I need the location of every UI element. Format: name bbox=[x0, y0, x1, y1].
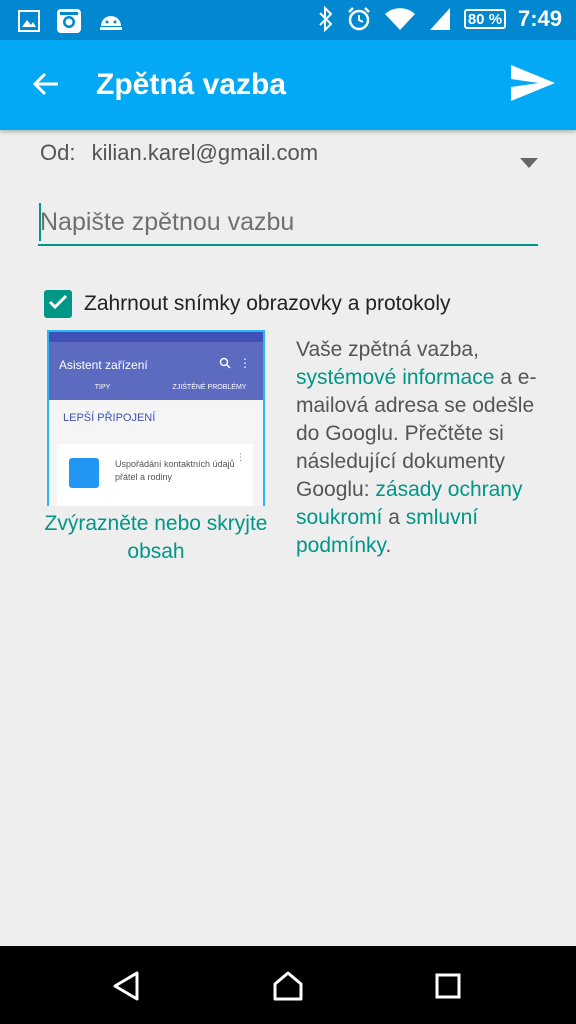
include-screenshot-label: Zahrnout snímky obrazovky a protokoly bbox=[84, 292, 451, 315]
nav-recents-button[interactable] bbox=[428, 968, 468, 1008]
preview-contact-icon bbox=[69, 458, 99, 488]
check-icon bbox=[48, 294, 68, 315]
info-part3: a bbox=[388, 506, 400, 529]
from-label: Od: bbox=[40, 140, 76, 165]
preview-more-icon: ⋮ bbox=[239, 356, 251, 370]
system-info-link[interactable]: systémové informace bbox=[296, 366, 494, 389]
send-button[interactable] bbox=[508, 62, 558, 108]
preview-section-title: LEPŠÍ PŘIPOJENÍ bbox=[63, 412, 156, 424]
back-button[interactable] bbox=[26, 66, 66, 106]
highlight-or-hide-link[interactable]: Zvýrazněte nebo skryjte obsah bbox=[36, 510, 276, 566]
dropdown-arrow-icon bbox=[520, 148, 538, 174]
android-icon bbox=[98, 10, 124, 32]
status-bar: 80 % 7:49 bbox=[0, 0, 576, 40]
page-title: Zpětná vazba bbox=[96, 68, 287, 101]
nav-back-button[interactable] bbox=[106, 968, 146, 1008]
recents-square-icon bbox=[434, 972, 462, 1005]
screenshot-preview[interactable]: Asistent zařízení ⋮ TIPY ZJIŠTĚNÉ PROBLÉ… bbox=[47, 330, 265, 506]
bluetooth-icon bbox=[318, 6, 334, 32]
preview-title: Asistent zařízení bbox=[59, 358, 148, 372]
preview-tab-tips: TIPY bbox=[94, 383, 111, 391]
send-icon bbox=[509, 63, 557, 108]
preview-status-bar bbox=[49, 332, 263, 342]
triangle-back-icon bbox=[111, 970, 141, 1007]
preview-card: Uspořádání kontaktních údajů přátel a ro… bbox=[57, 444, 253, 506]
preview-app-bar: Asistent zařízení ⋮ TIPY ZJIŠTĚNÉ PROBLÉ… bbox=[49, 342, 263, 400]
nav-home-button[interactable] bbox=[268, 968, 308, 1008]
wifi-icon bbox=[384, 6, 416, 32]
include-screenshot-option[interactable]: Zahrnout snímky obrazovky a protokoly bbox=[44, 290, 451, 318]
text-cursor bbox=[39, 203, 41, 241]
preview-tab-problems: ZJIŠTĚNÉ PROBLÉMY bbox=[172, 383, 247, 391]
preview-search-icon bbox=[219, 356, 231, 374]
app-bar: Zpětná vazba bbox=[0, 40, 576, 130]
info-end: . bbox=[385, 534, 392, 557]
include-screenshot-checkbox[interactable] bbox=[44, 290, 72, 318]
feedback-input[interactable] bbox=[38, 200, 538, 246]
privacy-info-text: Vaše zpětná vazba, systémové informace a… bbox=[296, 336, 552, 560]
status-time: 7:49 bbox=[517, 6, 562, 31]
info-part1: Vaše zpětná vazba, bbox=[296, 338, 479, 361]
arrow-back-icon bbox=[32, 72, 60, 101]
gallery-icon bbox=[18, 10, 40, 32]
from-account-selector[interactable]: Od: kilian.karel@gmail.com bbox=[40, 140, 540, 174]
preview-card-text: Uspořádání kontaktních údajů přátel a ro… bbox=[115, 459, 235, 482]
navigation-bar bbox=[0, 946, 576, 1024]
signal-icon bbox=[428, 6, 452, 32]
battery-indicator: 80 % bbox=[463, 9, 506, 29]
preview-card-more-icon: ⋮ bbox=[236, 452, 245, 462]
instagram-icon bbox=[56, 8, 82, 34]
from-email: kilian.karel@gmail.com bbox=[91, 140, 319, 165]
alarm-icon bbox=[346, 6, 372, 32]
home-icon bbox=[271, 970, 305, 1007]
